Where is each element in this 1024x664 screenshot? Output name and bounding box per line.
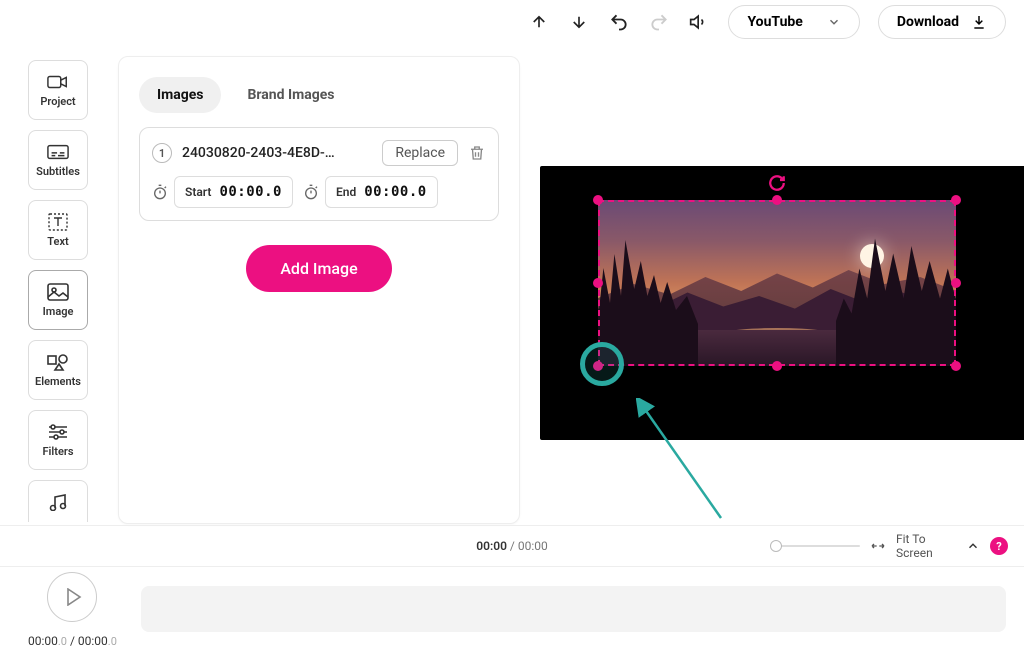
move-up-button[interactable] <box>528 11 550 33</box>
end-time-field[interactable]: End 00:00.0 <box>325 176 438 208</box>
fit-to-screen-label[interactable]: Fit To Screen <box>896 532 956 561</box>
image-panel: Images Brand Images 1 24030820-2403-4E8D… <box>118 56 520 524</box>
tab-brand-images[interactable]: Brand Images <box>229 77 352 113</box>
arrow-down-icon <box>570 13 588 31</box>
delete-image-button[interactable] <box>468 144 486 162</box>
tab-label: Images <box>157 87 203 103</box>
fit-to-screen-icon <box>870 540 886 552</box>
sidebar-item-subtitles[interactable]: Subtitles <box>28 130 88 190</box>
play-button[interactable] <box>47 572 97 622</box>
undo-icon <box>609 12 629 32</box>
sidebar-item-label: Text <box>47 235 68 248</box>
selected-image[interactable] <box>598 200 956 366</box>
speaker-icon <box>689 12 709 32</box>
resize-handle-br[interactable] <box>951 361 961 371</box>
resize-handle-mr[interactable] <box>951 278 961 288</box>
download-button[interactable]: Download <box>878 5 1006 39</box>
play-icon <box>66 588 82 606</box>
move-down-button[interactable] <box>568 11 590 33</box>
stopwatch-icon <box>303 184 319 200</box>
platform-dropdown[interactable]: YouTube <box>728 5 859 39</box>
image-index-badge: 1 <box>152 143 172 163</box>
sidebar-item-text[interactable]: Text <box>28 200 88 260</box>
sidebar-item-elements[interactable]: Elements <box>28 340 88 400</box>
download-label: Download <box>897 14 959 30</box>
image-icon <box>47 283 69 301</box>
timeline-timecode: 00:00.0 / 00:00.0 <box>28 634 117 648</box>
resize-handle-tr[interactable] <box>951 195 961 205</box>
platform-label: YouTube <box>747 14 802 30</box>
annotation-highlight-circle <box>580 342 624 386</box>
panel-tabs: Images Brand Images <box>139 77 499 113</box>
start-time-label: Start <box>185 185 211 199</box>
zoom-slider-thumb[interactable] <box>770 540 782 552</box>
end-time-value: 00:00.0 <box>364 184 427 200</box>
top-toolbar: YouTube Download <box>0 0 1024 44</box>
sidebar-item-label: Project <box>40 95 75 108</box>
chevron-up-icon[interactable] <box>966 539 980 553</box>
video-camera-icon <box>47 73 69 91</box>
end-time-label: End <box>336 185 356 199</box>
sidebar-item-label: Image <box>43 305 74 318</box>
start-time-field[interactable]: Start 00:00.0 <box>174 176 293 208</box>
left-sidebar: Project Subtitles Text Image Elements Fi… <box>28 60 88 522</box>
stopwatch-icon <box>152 184 168 200</box>
canvas-preview[interactable] <box>540 166 1024 440</box>
sidebar-item-image[interactable]: Image <box>28 270 88 330</box>
music-note-icon <box>47 493 69 511</box>
shapes-icon <box>47 353 69 371</box>
playback-controls-bar: 00:00 / 00:00 Fit To Screen ? <box>0 525 1024 567</box>
undo-button[interactable] <box>608 11 630 33</box>
annotation-arrow <box>636 398 736 528</box>
image-item-card: 1 24030820-2403-4E8D-… Replace Start 00:… <box>139 127 499 221</box>
playback-time-display: 00:00 / 00:00 <box>476 539 548 553</box>
image-content <box>598 200 956 366</box>
tab-images[interactable]: Images <box>139 77 221 113</box>
redo-button[interactable] <box>648 11 670 33</box>
rotate-handle[interactable] <box>768 174 786 192</box>
sidebar-item-audio[interactable] <box>28 480 88 522</box>
volume-button[interactable] <box>688 11 710 33</box>
timeline-track[interactable] <box>141 586 1006 632</box>
sliders-icon <box>47 423 69 441</box>
add-image-button[interactable]: Add Image <box>246 245 391 292</box>
replace-image-button[interactable]: Replace <box>382 140 458 166</box>
sidebar-item-project[interactable]: Project <box>28 60 88 120</box>
resize-handle-tl[interactable] <box>593 195 603 205</box>
text-icon <box>47 213 69 231</box>
sidebar-item-label: Elements <box>35 375 81 388</box>
current-time: 00:00 <box>476 539 507 553</box>
trash-icon <box>468 144 486 162</box>
resize-handle-ml[interactable] <box>593 278 603 288</box>
sidebar-item-label: Filters <box>43 445 74 458</box>
help-button[interactable]: ? <box>990 537 1008 555</box>
redo-icon <box>649 12 669 32</box>
total-time: 00:00 <box>518 539 548 553</box>
arrow-up-icon <box>530 13 548 31</box>
sidebar-item-label: Subtitles <box>36 165 80 178</box>
tab-label: Brand Images <box>247 87 334 103</box>
rotate-icon <box>768 174 786 192</box>
resize-handle-bm[interactable] <box>772 361 782 371</box>
sidebar-item-filters[interactable]: Filters <box>28 410 88 470</box>
image-filename: 24030820-2403-4E8D-… <box>182 145 372 161</box>
zoom-slider[interactable] <box>770 545 860 547</box>
start-time-value: 00:00.0 <box>219 184 282 200</box>
resize-handle-tm[interactable] <box>772 195 782 205</box>
download-icon <box>971 14 987 30</box>
subtitles-icon <box>47 143 69 161</box>
timeline-area: 00:00.0 / 00:00.0 <box>0 568 1024 658</box>
chevron-down-icon <box>827 15 841 29</box>
